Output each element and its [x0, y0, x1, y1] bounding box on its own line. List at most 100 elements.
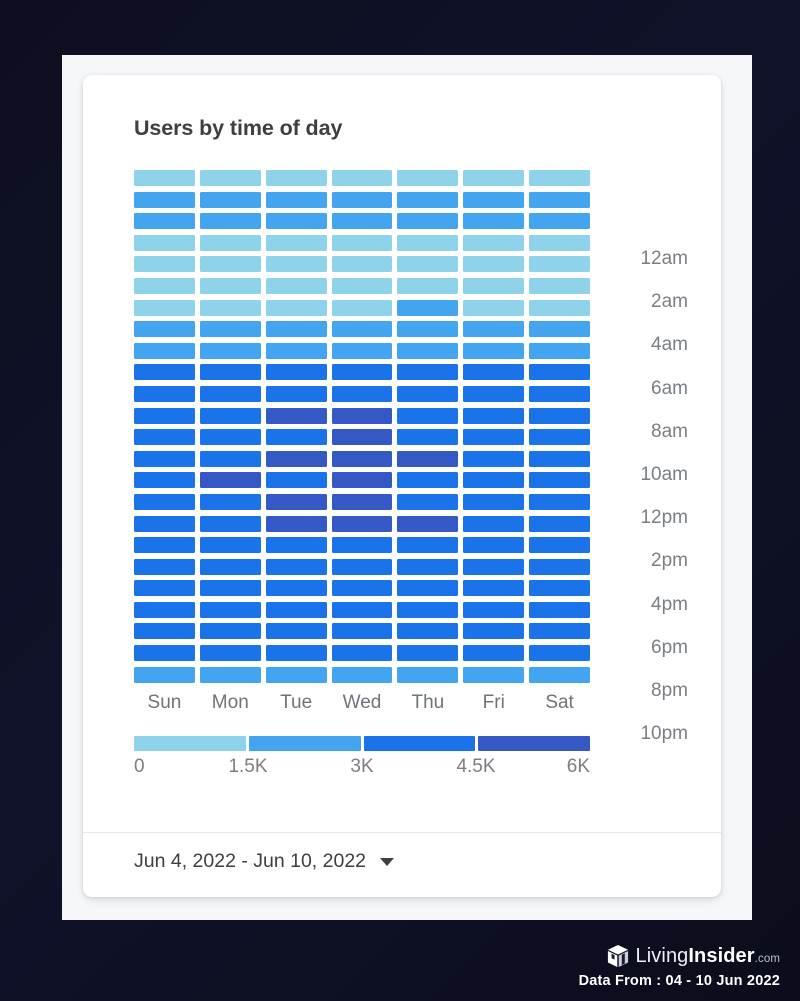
heatmap-cell[interactable] [199, 580, 261, 597]
heatmap-cell[interactable] [397, 234, 459, 251]
heatmap-cell[interactable] [529, 493, 591, 510]
heatmap-cell[interactable] [397, 558, 459, 575]
heatmap-cell[interactable] [529, 256, 591, 273]
heatmap-cell[interactable] [463, 666, 525, 683]
heatmap-cell[interactable] [199, 407, 261, 424]
heatmap-cell[interactable] [265, 321, 327, 338]
heatmap-cell[interactable] [463, 191, 525, 208]
heatmap-cell[interactable] [134, 234, 195, 251]
heatmap-cell[interactable] [331, 213, 393, 230]
heatmap-cell[interactable] [463, 234, 525, 251]
heatmap-cell[interactable] [265, 213, 327, 230]
heatmap-cell[interactable] [265, 170, 327, 186]
heatmap-cell[interactable] [134, 450, 195, 467]
heatmap-cell[interactable] [331, 472, 393, 489]
heatmap-cell[interactable] [331, 277, 393, 294]
heatmap-cell[interactable] [529, 191, 591, 208]
heatmap-cell[interactable] [265, 645, 327, 662]
heatmap-cell[interactable] [265, 385, 327, 402]
heatmap-cell[interactable] [134, 342, 195, 359]
heatmap-cell[interactable] [134, 191, 195, 208]
heatmap-cell[interactable] [265, 191, 327, 208]
heatmap-cell[interactable] [199, 170, 261, 186]
heatmap-cell[interactable] [529, 170, 591, 186]
heatmap-cell[interactable] [397, 342, 459, 359]
heatmap-cell[interactable] [463, 493, 525, 510]
heatmap-cell[interactable] [529, 299, 591, 316]
heatmap-cell[interactable] [199, 666, 261, 683]
heatmap-cell[interactable] [265, 429, 327, 446]
heatmap-cell[interactable] [463, 407, 525, 424]
heatmap-cell[interactable] [331, 537, 393, 554]
heatmap-cell[interactable] [331, 580, 393, 597]
heatmap-cell[interactable] [463, 450, 525, 467]
heatmap-cell[interactable] [397, 321, 459, 338]
heatmap-cell[interactable] [199, 601, 261, 618]
heatmap-cell[interactable] [331, 515, 393, 532]
heatmap-cell[interactable] [134, 364, 195, 381]
heatmap-cell[interactable] [199, 515, 261, 532]
heatmap-cell[interactable] [134, 558, 195, 575]
heatmap-cell[interactable] [529, 645, 591, 662]
heatmap-cell[interactable] [529, 342, 591, 359]
heatmap-cell[interactable] [397, 364, 459, 381]
heatmap-cell[interactable] [397, 170, 459, 186]
heatmap-cell[interactable] [134, 666, 195, 683]
heatmap-cell[interactable] [199, 385, 261, 402]
heatmap-cell[interactable] [134, 493, 195, 510]
heatmap-cell[interactable] [463, 385, 525, 402]
heatmap-cell[interactable] [331, 558, 393, 575]
heatmap-cell[interactable] [265, 277, 327, 294]
heatmap-cell[interactable] [397, 580, 459, 597]
heatmap-cell[interactable] [331, 364, 393, 381]
heatmap-cell[interactable] [397, 601, 459, 618]
heatmap-cell[interactable] [463, 364, 525, 381]
heatmap-cell[interactable] [529, 472, 591, 489]
heatmap-cell[interactable] [529, 558, 591, 575]
heatmap-cell[interactable] [199, 645, 261, 662]
heatmap-cell[interactable] [331, 601, 393, 618]
heatmap-cell[interactable] [397, 385, 459, 402]
heatmap-cell[interactable] [199, 493, 261, 510]
heatmap-cell[interactable] [331, 234, 393, 251]
heatmap-cell[interactable] [199, 623, 261, 640]
heatmap-cell[interactable] [199, 342, 261, 359]
heatmap-cell[interactable] [331, 385, 393, 402]
heatmap-cell[interactable] [463, 558, 525, 575]
heatmap-cell[interactable] [397, 277, 459, 294]
heatmap-cell[interactable] [134, 213, 195, 230]
heatmap-cell[interactable] [463, 537, 525, 554]
heatmap-cell[interactable] [265, 450, 327, 467]
heatmap-cell[interactable] [529, 277, 591, 294]
heatmap-cell[interactable] [265, 364, 327, 381]
heatmap-cell[interactable] [463, 321, 525, 338]
heatmap-cell[interactable] [529, 407, 591, 424]
date-range-selector[interactable]: Jun 4, 2022 - Jun 10, 2022 [134, 850, 395, 873]
heatmap-cell[interactable] [463, 429, 525, 446]
heatmap-cell[interactable] [134, 537, 195, 554]
heatmap-cell[interactable] [463, 213, 525, 230]
heatmap-cell[interactable] [331, 450, 393, 467]
heatmap-cell[interactable] [397, 493, 459, 510]
heatmap-cell[interactable] [397, 666, 459, 683]
heatmap-cell[interactable] [199, 191, 261, 208]
heatmap-cell[interactable] [463, 472, 525, 489]
heatmap-cell[interactable] [265, 515, 327, 532]
heatmap-cell[interactable] [134, 277, 195, 294]
heatmap-cell[interactable] [397, 256, 459, 273]
chevron-down-icon[interactable] [380, 857, 395, 866]
heatmap-cell[interactable] [265, 407, 327, 424]
heatmap-cell[interactable] [331, 342, 393, 359]
heatmap-cell[interactable] [199, 450, 261, 467]
heatmap-cell[interactable] [529, 364, 591, 381]
heatmap-cell[interactable] [199, 537, 261, 554]
heatmap-cell[interactable] [397, 450, 459, 467]
heatmap-cell[interactable] [529, 515, 591, 532]
heatmap-cell[interactable] [529, 321, 591, 338]
heatmap-cell[interactable] [134, 299, 195, 316]
heatmap-cell[interactable] [529, 450, 591, 467]
heatmap-cell[interactable] [331, 623, 393, 640]
heatmap-cell[interactable] [199, 472, 261, 489]
heatmap-cell[interactable] [529, 385, 591, 402]
heatmap-cell[interactable] [529, 537, 591, 554]
